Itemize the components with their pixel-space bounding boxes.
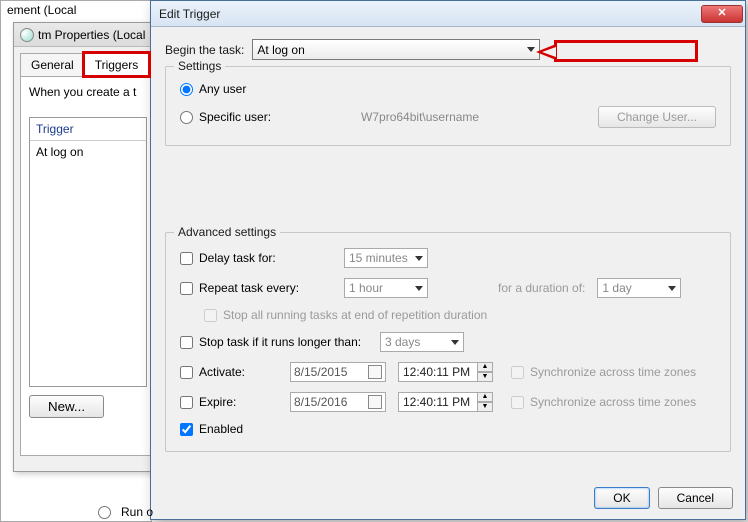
expire-checkbox[interactable] <box>180 396 193 409</box>
edit-titlebar: Edit Trigger ✕ <box>151 1 745 27</box>
repeat-checkbox[interactable] <box>180 282 193 295</box>
sync-activate-label: Synchronize across time zones <box>530 365 696 379</box>
expire-time[interactable]: 12:40:11 PM <box>398 392 478 412</box>
expire-date[interactable]: 8/15/2016 <box>290 392 386 412</box>
advanced-group: Advanced settings Delay task for: 15 min… <box>165 232 731 452</box>
run-label: Run o <box>121 505 153 519</box>
advanced-group-title: Advanced settings <box>174 225 280 239</box>
ok-button[interactable]: OK <box>594 487 649 509</box>
spinner-icon[interactable]: ▲▼ <box>477 362 493 382</box>
chevron-down-icon <box>527 47 535 52</box>
begin-task-value: At log on <box>257 43 304 57</box>
delay-checkbox[interactable] <box>180 252 193 265</box>
sync-expire-label: Synchronize across time zones <box>530 395 696 409</box>
properties-body: When you create a t Trigger At log on Ne… <box>20 76 156 456</box>
enabled-label: Enabled <box>199 422 243 436</box>
delay-value: 15 minutes <box>349 251 408 265</box>
window-icon <box>20 28 34 42</box>
edit-title: Edit Trigger <box>159 7 220 21</box>
specific-user-radio[interactable] <box>180 111 193 124</box>
any-user-radio[interactable] <box>180 83 193 96</box>
duration-label: for a duration of: <box>498 281 585 295</box>
settings-group: Settings Any user Specific user: W7pro64… <box>165 66 731 146</box>
new-button[interactable]: New... <box>29 395 104 418</box>
properties-titlebar: tm Properties (Local <box>14 23 162 47</box>
tab-general[interactable]: General <box>20 53 85 76</box>
activate-time[interactable]: 12:40:11 PM <box>398 362 478 382</box>
calendar-icon <box>368 365 382 379</box>
activate-date[interactable]: 8/15/2015 <box>290 362 386 382</box>
cancel-button[interactable]: Cancel <box>658 487 733 509</box>
begin-task-label: Begin the task: <box>165 43 244 57</box>
sync-expire-checkbox <box>511 396 524 409</box>
properties-title: tm Properties (Local <box>38 28 145 42</box>
stop-all-label: Stop all running tasks at end of repetit… <box>223 308 487 322</box>
repeat-select[interactable]: 1 hour <box>344 278 428 298</box>
properties-window: tm Properties (Local General Triggers A … <box>13 22 163 472</box>
activate-checkbox[interactable] <box>180 366 193 379</box>
trigger-list-item[interactable]: At log on <box>30 141 146 163</box>
stop-if-value: 3 days <box>385 335 420 349</box>
stop-if-label: Stop task if it runs longer than: <box>199 335 361 349</box>
chevron-down-icon <box>415 256 423 261</box>
edit-trigger-dialog: Edit Trigger ✕ Begin the task: At log on… <box>150 0 746 520</box>
enabled-checkbox[interactable] <box>180 423 193 436</box>
expire-label: Expire: <box>199 395 236 409</box>
tab-triggers[interactable]: Triggers <box>84 53 150 76</box>
begin-task-select[interactable]: At log on <box>252 39 540 60</box>
expire-time-value: 12:40:11 PM <box>403 395 470 409</box>
chevron-down-icon <box>668 286 676 291</box>
close-button[interactable]: ✕ <box>701 5 743 23</box>
any-user-label: Any user <box>199 82 246 96</box>
chevron-down-icon <box>451 340 459 345</box>
delay-select[interactable]: 15 minutes <box>344 248 428 268</box>
activate-time-value: 12:40:11 PM <box>403 365 470 379</box>
specific-user-label: Specific user: <box>199 110 271 124</box>
duration-value: 1 day <box>602 281 631 295</box>
body-desc: When you create a t <box>29 85 147 99</box>
change-user-button[interactable]: Change User... <box>598 106 716 128</box>
stop-all-checkbox <box>204 309 217 322</box>
trigger-list-header: Trigger <box>30 118 146 141</box>
activate-label: Activate: <box>199 365 245 379</box>
settings-group-title: Settings <box>174 59 225 73</box>
run-radio-partial: Run o <box>98 505 153 519</box>
run-radio[interactable] <box>98 506 111 519</box>
calendar-icon <box>368 395 382 409</box>
chevron-down-icon <box>415 286 423 291</box>
stop-if-checkbox[interactable] <box>180 336 193 349</box>
activate-date-value: 8/15/2015 <box>294 365 347 379</box>
duration-select[interactable]: 1 day <box>597 278 681 298</box>
specific-user-value: W7pro64bit\username <box>361 110 479 124</box>
sync-activate-checkbox <box>511 366 524 379</box>
bg-window-title: ement (Local <box>3 1 80 19</box>
trigger-list[interactable]: Trigger At log on <box>29 117 147 387</box>
expire-date-value: 8/15/2016 <box>294 395 347 409</box>
repeat-value: 1 hour <box>349 281 383 295</box>
repeat-label: Repeat task every: <box>199 281 299 295</box>
tabs-row: General Triggers A <box>14 47 162 76</box>
spinner-icon[interactable]: ▲▼ <box>477 392 493 412</box>
delay-label: Delay task for: <box>199 251 276 265</box>
stop-if-select[interactable]: 3 days <box>380 332 464 352</box>
arrow-annotation <box>554 40 714 74</box>
